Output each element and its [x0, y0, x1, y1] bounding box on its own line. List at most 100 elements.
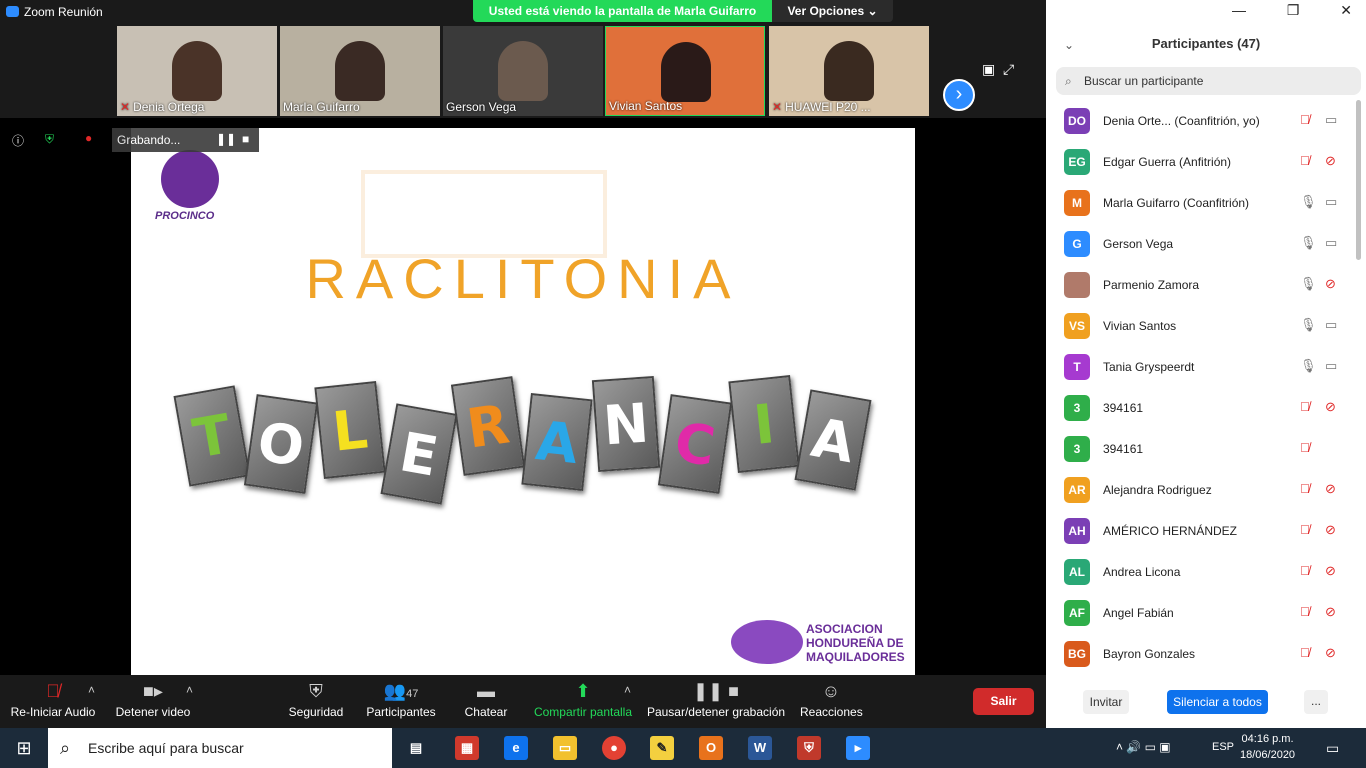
participant-row[interactable]: 3 394161 🎙̸: [1046, 428, 1356, 469]
letter-tile: A: [521, 393, 593, 491]
windows-start-icon[interactable]: ⊞: [0, 728, 48, 768]
participant-row[interactable]: M Marla Guifarro (Coanfitrión) 🎙 ▭: [1046, 182, 1356, 223]
security-button[interactable]: ⛨ Seguridad: [286, 681, 346, 719]
mic-muted-icon[interactable]: 🎙̸: [1300, 522, 1310, 537]
minimize-icon[interactable]: —: [1232, 2, 1246, 19]
chat-label: Chatear: [464, 705, 508, 719]
participant-search-input[interactable]: ⌕ Buscar un participante: [1056, 67, 1361, 95]
mic-muted-icon[interactable]: 🎙̸: [1300, 399, 1310, 414]
record-button[interactable]: ❚❚ ■ Pausar/detener grabación: [646, 681, 786, 719]
camera-icon[interactable]: ▭: [1325, 194, 1337, 210]
chrome-icon[interactable]: ●: [602, 736, 626, 760]
thumbnail-tile[interactable]: Gerson Vega: [443, 26, 603, 116]
participant-row[interactable]: BG Bayron Gonzales 🎙̸ ⊘: [1046, 633, 1356, 674]
antivirus-icon[interactable]: ⛨: [797, 736, 821, 760]
mic-muted-icon[interactable]: 🎙̸: [1300, 153, 1310, 168]
mic-muted-icon: 🎙̸: [46, 681, 60, 701]
sticky-notes-icon[interactable]: ✎: [650, 736, 674, 760]
mic-muted-icon[interactable]: 🎙̸: [1300, 645, 1310, 660]
taskbar-search-input[interactable]: ⌕ Escribe aquí para buscar: [48, 728, 392, 768]
mic-icon[interactable]: 🎙: [1300, 358, 1317, 374]
mic-icon[interactable]: 🎙: [1300, 276, 1317, 292]
camera-off-icon[interactable]: ⊘: [1325, 563, 1336, 579]
thumbnail-name: Denia Ortega: [133, 100, 205, 114]
maximize-icon[interactable]: ❐: [1287, 2, 1300, 19]
gallery-view-icon[interactable]: ▣: [982, 61, 995, 77]
next-page-button[interactable]: ›: [943, 79, 975, 111]
share-screen-button[interactable]: ⬆ Compartir pantalla: [530, 681, 636, 719]
thumbnail-tile[interactable]: ✕ Denia Ortega: [117, 26, 277, 116]
camera-icon[interactable]: ▭: [1325, 317, 1337, 333]
participant-row[interactable]: AL Andrea Licona 🎙̸ ⊘: [1046, 551, 1356, 592]
thumbnail-tile-active[interactable]: Vivian Santos: [605, 26, 765, 116]
close-icon[interactable]: ✕: [1340, 2, 1352, 19]
participant-row[interactable]: G Gerson Vega 🎙 ▭: [1046, 223, 1356, 264]
invite-button[interactable]: Invitar: [1083, 690, 1129, 714]
leave-button[interactable]: Salir: [973, 688, 1034, 715]
share-options-chevron-icon[interactable]: ˄: [624, 683, 631, 697]
edge-icon[interactable]: e: [504, 736, 528, 760]
mic-icon[interactable]: 🎙: [1300, 317, 1317, 333]
audio-options-chevron-icon[interactable]: ˄: [88, 683, 95, 697]
outlook-icon[interactable]: O: [699, 736, 723, 760]
camera-off-icon[interactable]: ⊘: [1325, 153, 1336, 169]
camera-off-icon[interactable]: ⊘: [1325, 276, 1336, 292]
reactions-button[interactable]: ☺ Reacciones: [800, 681, 863, 719]
store-icon[interactable]: ▦: [455, 736, 479, 760]
camera-icon[interactable]: ▭: [1325, 235, 1337, 251]
mic-muted-icon[interactable]: 🎙̸: [1300, 440, 1310, 455]
participant-row[interactable]: Parmenio Zamora 🎙 ⊘: [1046, 264, 1356, 305]
tray-icons[interactable]: ˄ 🔊 ▭ ▣: [1116, 740, 1171, 754]
notifications-icon[interactable]: ▭: [1326, 740, 1339, 757]
recording-bar: Grabando... ❚❚ ■: [112, 128, 259, 152]
fullscreen-icon[interactable]: ⤢: [1003, 61, 1014, 77]
camera-icon[interactable]: ▭: [1325, 112, 1337, 128]
video-options-chevron-icon[interactable]: ˄: [186, 683, 193, 697]
task-view-icon[interactable]: ▤: [404, 736, 428, 760]
participant-row[interactable]: VS Vivian Santos 🎙 ▭: [1046, 305, 1356, 346]
audio-button[interactable]: 🎙̸ Re-Iniciar Audio: [10, 681, 96, 719]
participant-row[interactable]: EG Edgar Guerra (Anfitrión) 🎙̸ ⊘: [1046, 141, 1356, 182]
video-button[interactable]: ■▸ Detener video: [112, 681, 194, 719]
mute-all-button[interactable]: Silenciar a todos: [1167, 690, 1268, 714]
taskbar-clock[interactable]: 04:16 p.m. 18/06/2020: [1240, 731, 1295, 763]
pause-recording-button[interactable]: ❚❚: [216, 132, 236, 146]
mic-icon[interactable]: 🎙: [1300, 235, 1317, 251]
participant-row[interactable]: AF Angel Fabián 🎙̸ ⊘: [1046, 592, 1356, 633]
participants-button[interactable]: 👥47 Participantes: [364, 681, 438, 719]
panel-footer: Invitar Silenciar a todos ...: [1046, 690, 1366, 714]
word-icon[interactable]: W: [748, 736, 772, 760]
thumbnail-tile[interactable]: Marla Guifarro: [280, 26, 440, 116]
participant-row[interactable]: AH AMÉRICO HERNÁNDEZ 🎙̸ ⊘: [1046, 510, 1356, 551]
language-indicator[interactable]: ESP: [1212, 741, 1234, 753]
mic-muted-icon: ✕: [120, 100, 131, 114]
camera-off-icon[interactable]: ⊘: [1325, 604, 1336, 620]
avatar: 3: [1064, 395, 1090, 421]
mic-muted-icon[interactable]: 🎙̸: [1300, 112, 1310, 127]
zoom-taskbar-icon[interactable]: ▸: [846, 736, 870, 760]
mic-icon[interactable]: 🎙: [1300, 194, 1317, 210]
participant-row[interactable]: 3 394161 🎙̸ ⊘: [1046, 387, 1356, 428]
camera-off-icon[interactable]: ⊘: [1325, 522, 1336, 538]
camera-off-icon[interactable]: ⊘: [1325, 399, 1336, 415]
more-options-button[interactable]: ...: [1304, 690, 1328, 714]
view-options-button[interactable]: Ver Opciones ⌄: [772, 0, 893, 22]
info-icon[interactable]: ⓘ: [12, 132, 24, 149]
stop-recording-button[interactable]: ■: [242, 132, 249, 146]
camera-off-icon[interactable]: ⊘: [1325, 645, 1336, 661]
camera-icon[interactable]: ▭: [1325, 358, 1337, 374]
ahm-line: HONDUREÑA DE: [806, 636, 904, 650]
chat-button[interactable]: ▬ Chatear: [462, 681, 510, 719]
shield-icon[interactable]: ⛨: [45, 132, 54, 147]
participant-row[interactable]: T Tania Gryspeerdt 🎙 ▭: [1046, 346, 1356, 387]
camera-off-icon[interactable]: ⊘: [1325, 481, 1336, 497]
mic-muted-icon[interactable]: 🎙̸: [1300, 481, 1310, 496]
participant-list-scrollbar[interactable]: [1356, 100, 1361, 260]
file-explorer-icon[interactable]: ▭: [553, 736, 577, 760]
mic-muted-icon[interactable]: 🎙̸: [1300, 604, 1310, 619]
thumbnail-tile[interactable]: ✕ HUAWEI P20 ...: [769, 26, 929, 116]
thumbnail-name: HUAWEI P20 ...: [785, 100, 871, 114]
participant-row[interactable]: AR Alejandra Rodriguez 🎙̸ ⊘: [1046, 469, 1356, 510]
mic-muted-icon[interactable]: 🎙̸: [1300, 563, 1310, 578]
participant-row[interactable]: DO Denia Orte... (Coanfitrión, yo) 🎙̸ ▭: [1046, 100, 1356, 141]
